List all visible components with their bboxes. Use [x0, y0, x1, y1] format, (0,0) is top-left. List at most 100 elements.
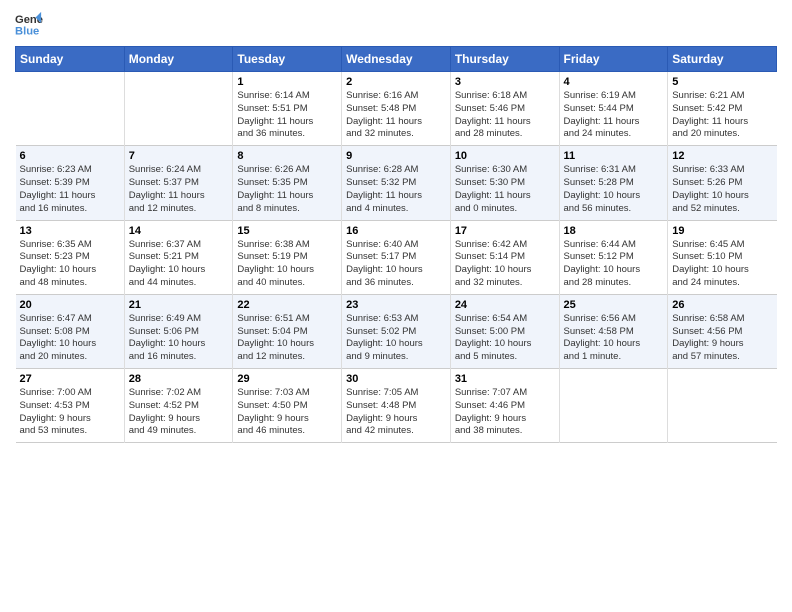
day-header: Friday — [559, 47, 668, 72]
calendar-cell: 7 Sunrise: 6:24 AM Sunset: 5:37 PM Daylig… — [124, 146, 233, 220]
day-info: Sunrise: 6:33 AM Sunset: 5:26 PM Dayligh… — [672, 164, 772, 215]
day-number: 16 — [346, 225, 446, 237]
day-number: 14 — [129, 225, 229, 237]
calendar-cell: 27 Sunrise: 7:00 AM Sunset: 4:53 PM Dayli… — [16, 369, 125, 443]
calendar-cell: 20Sunrise: 6:47 AM Sunset: 5:08 PM Dayli… — [16, 294, 125, 368]
day-number: 13 — [20, 225, 120, 237]
calendar-week-row: 6 Sunrise: 6:23 AM Sunset: 5:39 PM Daylig… — [16, 146, 777, 220]
day-info: Sunrise: 6:38 AM Sunset: 5:19 PM Dayligh… — [237, 239, 337, 290]
day-number: 6 — [20, 150, 120, 162]
day-number: 4 — [564, 76, 664, 88]
day-header: Tuesday — [233, 47, 342, 72]
calendar-cell: 10 Sunrise: 6:30 AM Sunset: 5:30 PM Dayli… — [450, 146, 559, 220]
calendar-cell: 6 Sunrise: 6:23 AM Sunset: 5:39 PM Daylig… — [16, 146, 125, 220]
day-info: Sunrise: 6:49 AM Sunset: 5:06 PM Dayligh… — [129, 313, 229, 364]
calendar-cell: 16 Sunrise: 6:40 AM Sunset: 5:17 PM Dayli… — [342, 220, 451, 294]
day-number: 2 — [346, 76, 446, 88]
day-info: Sunrise: 6:18 AM Sunset: 5:46 PM Dayligh… — [455, 90, 555, 141]
header: General Blue — [15, 10, 777, 38]
day-number: 25 — [564, 299, 664, 311]
day-header: Wednesday — [342, 47, 451, 72]
day-number: 7 — [129, 150, 229, 162]
calendar-week-row: 1Sunrise: 6:14 AM Sunset: 5:51 PM Daylig… — [16, 72, 777, 146]
calendar-cell: 23 Sunrise: 6:53 AM Sunset: 5:02 PM Dayli… — [342, 294, 451, 368]
calendar-cell: 5Sunrise: 6:21 AM Sunset: 5:42 PM Daylig… — [668, 72, 777, 146]
calendar-cell: 8 Sunrise: 6:26 AM Sunset: 5:35 PM Daylig… — [233, 146, 342, 220]
day-info: Sunrise: 6:40 AM Sunset: 5:17 PM Dayligh… — [346, 239, 446, 290]
day-number: 30 — [346, 373, 446, 385]
day-number: 8 — [237, 150, 337, 162]
day-number: 20 — [20, 299, 120, 311]
calendar-cell: 13 Sunrise: 6:35 AM Sunset: 5:23 PM Dayli… — [16, 220, 125, 294]
day-info: Sunrise: 6:16 AM Sunset: 5:48 PM Dayligh… — [346, 90, 446, 141]
day-header: Thursday — [450, 47, 559, 72]
day-number: 3 — [455, 76, 555, 88]
day-info: Sunrise: 6:26 AM Sunset: 5:35 PM Dayligh… — [237, 164, 337, 215]
calendar-cell — [124, 72, 233, 146]
calendar-cell: 19 Sunrise: 6:45 AM Sunset: 5:10 PM Dayli… — [668, 220, 777, 294]
day-header: Monday — [124, 47, 233, 72]
day-header: Sunday — [16, 47, 125, 72]
day-number: 10 — [455, 150, 555, 162]
day-info: Sunrise: 7:00 AM Sunset: 4:53 PM Dayligh… — [20, 387, 120, 438]
day-number: 9 — [346, 150, 446, 162]
day-info: Sunrise: 6:54 AM Sunset: 5:00 PM Dayligh… — [455, 313, 555, 364]
header-row: SundayMondayTuesdayWednesdayThursdayFrid… — [16, 47, 777, 72]
page-container: General Blue SundayMondayTuesdayWednesda… — [0, 0, 792, 453]
day-info: Sunrise: 6:58 AM Sunset: 4:56 PM Dayligh… — [672, 313, 772, 364]
calendar-cell: 29 Sunrise: 7:03 AM Sunset: 4:50 PM Dayli… — [233, 369, 342, 443]
day-number: 24 — [455, 299, 555, 311]
calendar-cell: 17Sunrise: 6:42 AM Sunset: 5:14 PM Dayli… — [450, 220, 559, 294]
day-number: 27 — [20, 373, 120, 385]
calendar-week-row: 20Sunrise: 6:47 AM Sunset: 5:08 PM Dayli… — [16, 294, 777, 368]
day-number: 28 — [129, 373, 229, 385]
calendar-cell: 11Sunrise: 6:31 AM Sunset: 5:28 PM Dayli… — [559, 146, 668, 220]
day-number: 15 — [237, 225, 337, 237]
day-info: Sunrise: 6:51 AM Sunset: 5:04 PM Dayligh… — [237, 313, 337, 364]
day-info: Sunrise: 7:05 AM Sunset: 4:48 PM Dayligh… — [346, 387, 446, 438]
day-info: Sunrise: 6:24 AM Sunset: 5:37 PM Dayligh… — [129, 164, 229, 215]
calendar-cell — [16, 72, 125, 146]
day-info: Sunrise: 6:28 AM Sunset: 5:32 PM Dayligh… — [346, 164, 446, 215]
calendar-cell: 30 Sunrise: 7:05 AM Sunset: 4:48 PM Dayli… — [342, 369, 451, 443]
day-info: Sunrise: 6:53 AM Sunset: 5:02 PM Dayligh… — [346, 313, 446, 364]
day-number: 12 — [672, 150, 772, 162]
day-info: Sunrise: 6:19 AM Sunset: 5:44 PM Dayligh… — [564, 90, 664, 141]
calendar-cell — [559, 369, 668, 443]
day-info: Sunrise: 7:02 AM Sunset: 4:52 PM Dayligh… — [129, 387, 229, 438]
calendar-cell: 26Sunrise: 6:58 AM Sunset: 4:56 PM Dayli… — [668, 294, 777, 368]
calendar-cell: 14Sunrise: 6:37 AM Sunset: 5:21 PM Dayli… — [124, 220, 233, 294]
day-info: Sunrise: 7:03 AM Sunset: 4:50 PM Dayligh… — [237, 387, 337, 438]
day-number: 22 — [237, 299, 337, 311]
svg-text:Blue: Blue — [15, 25, 39, 37]
day-info: Sunrise: 7:07 AM Sunset: 4:46 PM Dayligh… — [455, 387, 555, 438]
day-info: Sunrise: 6:23 AM Sunset: 5:39 PM Dayligh… — [20, 164, 120, 215]
calendar-cell: 28 Sunrise: 7:02 AM Sunset: 4:52 PM Dayli… — [124, 369, 233, 443]
calendar-cell: 25 Sunrise: 6:56 AM Sunset: 4:58 PM Dayli… — [559, 294, 668, 368]
day-info: Sunrise: 6:35 AM Sunset: 5:23 PM Dayligh… — [20, 239, 120, 290]
calendar-cell — [668, 369, 777, 443]
day-number: 29 — [237, 373, 337, 385]
day-number: 23 — [346, 299, 446, 311]
calendar-cell: 21 Sunrise: 6:49 AM Sunset: 5:06 PM Dayli… — [124, 294, 233, 368]
day-number: 19 — [672, 225, 772, 237]
day-header: Saturday — [668, 47, 777, 72]
day-info: Sunrise: 6:21 AM Sunset: 5:42 PM Dayligh… — [672, 90, 772, 141]
calendar-cell: 18Sunrise: 6:44 AM Sunset: 5:12 PM Dayli… — [559, 220, 668, 294]
calendar-cell: 3 Sunrise: 6:18 AM Sunset: 5:46 PM Daylig… — [450, 72, 559, 146]
calendar-cell: 22 Sunrise: 6:51 AM Sunset: 5:04 PM Dayli… — [233, 294, 342, 368]
calendar-cell: 2 Sunrise: 6:16 AM Sunset: 5:48 PM Daylig… — [342, 72, 451, 146]
day-info: Sunrise: 6:56 AM Sunset: 4:58 PM Dayligh… — [564, 313, 664, 364]
day-info: Sunrise: 6:30 AM Sunset: 5:30 PM Dayligh… — [455, 164, 555, 215]
calendar-cell: 31Sunrise: 7:07 AM Sunset: 4:46 PM Dayli… — [450, 369, 559, 443]
calendar-week-row: 13 Sunrise: 6:35 AM Sunset: 5:23 PM Dayli… — [16, 220, 777, 294]
calendar-cell: 15 Sunrise: 6:38 AM Sunset: 5:19 PM Dayli… — [233, 220, 342, 294]
calendar-cell: 9 Sunrise: 6:28 AM Sunset: 5:32 PM Daylig… — [342, 146, 451, 220]
day-info: Sunrise: 6:42 AM Sunset: 5:14 PM Dayligh… — [455, 239, 555, 290]
day-number: 11 — [564, 150, 664, 162]
day-number: 21 — [129, 299, 229, 311]
calendar-cell: 12 Sunrise: 6:33 AM Sunset: 5:26 PM Dayli… — [668, 146, 777, 220]
day-info: Sunrise: 6:45 AM Sunset: 5:10 PM Dayligh… — [672, 239, 772, 290]
day-info: Sunrise: 6:44 AM Sunset: 5:12 PM Dayligh… — [564, 239, 664, 290]
calendar-cell: 1Sunrise: 6:14 AM Sunset: 5:51 PM Daylig… — [233, 72, 342, 146]
